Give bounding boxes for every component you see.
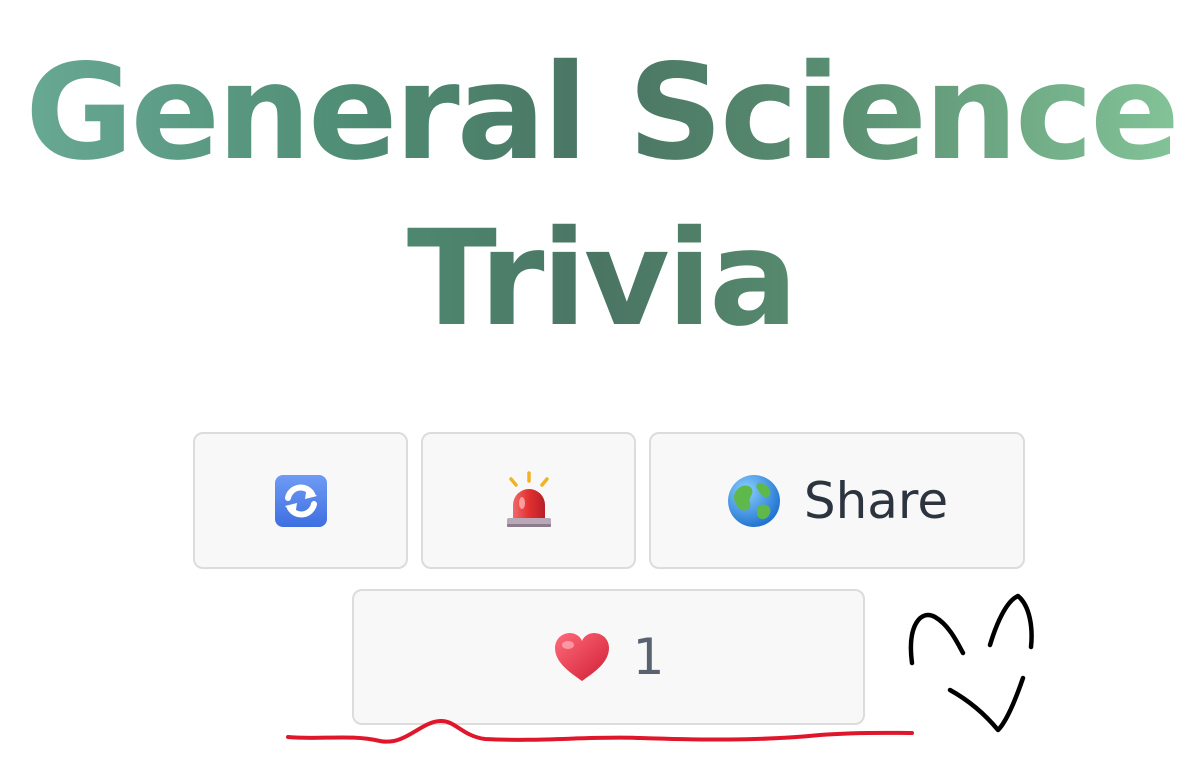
share-button[interactable]: Share [649, 432, 1025, 569]
refresh-button[interactable] [193, 432, 408, 569]
report-button[interactable] [421, 432, 636, 569]
refresh-icon [273, 473, 329, 529]
like-count: 1 [632, 628, 665, 686]
globe-icon [726, 473, 782, 529]
police-light-icon [501, 470, 557, 531]
hand-drawn-heart-annotation [908, 593, 1034, 733]
page-title: General Science Trivia [0, 30, 1202, 362]
heart-icon [553, 631, 611, 683]
page-title-line-2: Trivia [406, 202, 796, 356]
like-button[interactable]: 1 [352, 589, 865, 725]
page-title-line-1: General Science [25, 36, 1177, 190]
share-label: Share [803, 471, 949, 530]
